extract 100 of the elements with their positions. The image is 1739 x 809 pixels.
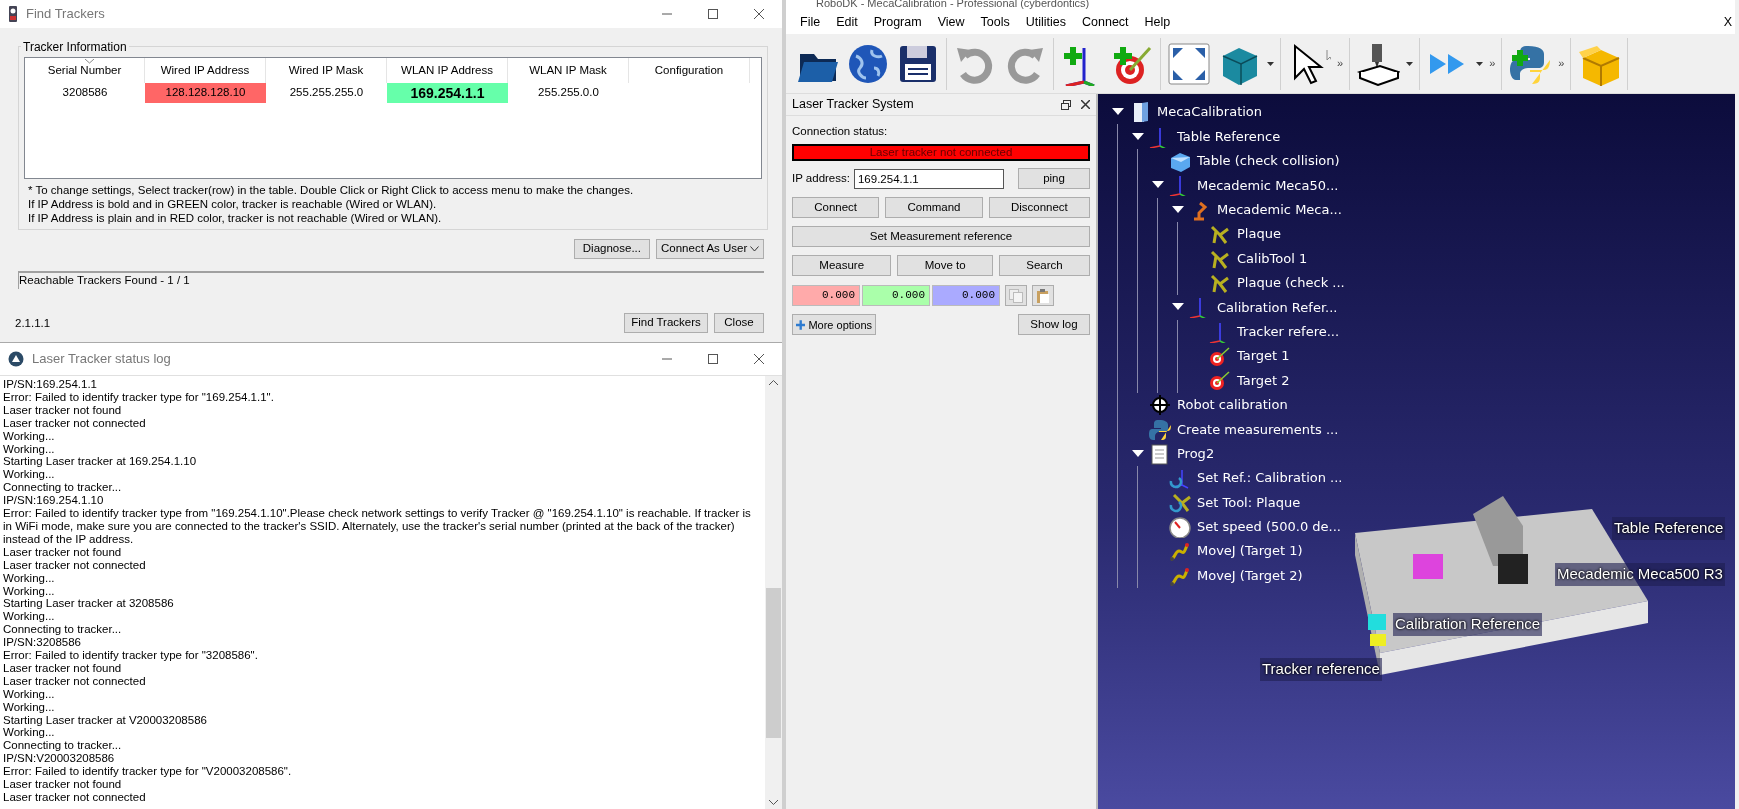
scrollbar-thumb[interactable] [766,588,781,738]
panel-button[interactable]: Command [885,197,983,219]
log-line: Laser tracker not found [3,778,123,791]
dialog-button[interactable]: Close [714,313,764,333]
float-icon[interactable] [1061,99,1071,110]
tree-item[interactable]: Tracker refere... [1237,321,1340,342]
column-header[interactable]: Serial Number [25,58,145,83]
table-cell-text: 255.255.0.0 [537,85,600,101]
overflow-button[interactable]: » [1337,55,1344,72]
window-title: RoboDK - MecaCalibration - Professional (cyberdontics) [786,0,1735,10]
clipboard-icon [1036,288,1050,303]
tree-item[interactable]: Mecademic Meca... [1217,200,1342,220]
log-line: Working... [3,468,56,482]
panel-title: Laser Tracker System [792,96,915,114]
tree-item[interactable]: Set speed (500.0 de... [1197,517,1341,537]
paste-button[interactable] [1032,285,1054,307]
log-line: Connecting to tracker... [3,481,123,495]
overflow-button[interactable]: » [1489,55,1496,72]
log-line: Laser tracker not found [3,545,123,559]
tree-item[interactable]: MoveJ (Target 1) [1197,541,1303,561]
caret-icon[interactable] [1476,61,1484,66]
scrollbar[interactable] [765,376,782,809]
menu-item[interactable]: File [792,12,829,32]
curve-icon [1168,540,1192,563]
scene-label: Mecademic Meca500 R3 [1555,563,1725,586]
log-line: Working... [3,610,56,624]
column-header[interactable]: Configuration [629,58,750,83]
tree-item[interactable]: Plaque [1237,224,1281,244]
tree-item[interactable]: MecaCalibration [1157,102,1263,122]
tree-item[interactable]: Mecademic Meca50... [1197,175,1339,196]
tree-item[interactable]: Calibration Refer... [1217,297,1338,318]
panel-button[interactable]: Disconnect [988,197,1090,219]
window-title: Find Trackers [26,5,106,24]
gripper-icon [1168,491,1192,514]
tree-item[interactable]: Table (check collision) [1197,151,1340,171]
show-log-button[interactable]: Show log [1018,314,1090,336]
table-cell: 128.128.128.10 [145,83,266,103]
log-line: Working... [3,429,56,443]
table-cell-text: 3208586 [61,85,109,101]
tree-item[interactable]: Set Ref.: Calibration ... [1197,468,1343,488]
tree-item[interactable]: Set Tool: Plaque [1197,492,1301,513]
menu-item[interactable]: Help [1136,12,1179,32]
panel-button[interactable]: Connect [792,197,880,219]
caret-icon[interactable] [1267,61,1274,66]
log-line: Laser tracker not connected [3,674,147,688]
python-icon [1148,418,1172,441]
scene-label: Calibration Reference [1393,613,1543,636]
fit-view-icon[interactable] [1167,41,1211,86]
close-icon[interactable] [1081,100,1090,109]
log-line: Laser tracker not connected [3,558,147,572]
more-options-button[interactable]: More options [792,314,876,336]
coordinate-field: 0.000 [792,285,860,307]
scene-label: Tracker reference [1260,658,1382,681]
tree-item[interactable]: CalibTool 1 [1237,248,1308,269]
ip-address-field[interactable]: 169.254.1.1 [853,168,1004,189]
close-icon [754,354,764,364]
ping-button[interactable]: ping [1018,168,1090,190]
close-icon [754,9,764,19]
column-header[interactable]: WLAN IP Mask [508,58,629,83]
connect-mode-dropdown[interactable]: Connect As User [656,239,764,259]
maximize-icon [708,354,718,364]
log-line: Starting Laser tracker at V20003208586 [3,713,208,727]
tree-item[interactable]: Plaque (check ... [1237,273,1345,293]
caret-icon[interactable] [1406,61,1414,66]
panel-button[interactable]: Measure [792,255,892,277]
coordinate-field: 0.000 [862,285,930,307]
panel-button[interactable]: Set Measurement reference [792,226,1090,248]
panel-button[interactable]: Search [998,255,1090,277]
log-line: Error: Failed to identify tracker type for "3208586". [3,649,259,662]
log-line: Laser tracker not found [3,403,123,417]
diagnose-button[interactable]: Diagnose... [573,239,650,259]
tree-item[interactable]: Create measurements ... [1177,419,1339,439]
menu-item[interactable]: Program [865,12,930,32]
panel-button[interactable]: Move to [897,255,993,277]
tree-item[interactable]: Target 1 [1237,346,1290,366]
menu-item[interactable]: View [929,12,973,32]
log-line: Laser tracker not connected [3,791,147,804]
menu-close-button[interactable]: X [1723,12,1732,32]
tree-item[interactable]: Target 2 [1237,370,1290,391]
menu-item[interactable]: Utilities [1017,12,1074,32]
column-header[interactable]: Wired IP Mask [266,58,387,83]
tool-icon[interactable] [1356,41,1401,86]
log-line: Starting Laser tracker at 3208586 [3,597,175,611]
overflow-button[interactable]: » [1558,55,1565,72]
log-line: IP/SN:V20003208586 [3,752,116,766]
tree-item[interactable]: Table Reference [1177,126,1281,147]
chevron-down-icon [750,246,759,252]
note-text: * To change settings, Select tracker(row) in the table. Double Click or Right Click to access menu to make the changes. [28,183,635,197]
dialog-button[interactable]: Find Trackers [624,313,708,333]
log-line: Working... [3,700,56,714]
menu-item[interactable]: Connect [1074,12,1137,32]
tree-item[interactable]: MoveJ (Target 2) [1197,565,1303,586]
tree-item[interactable]: Robot calibration [1177,395,1288,415]
log-line: Starting Laser tracker at 169.254.1.10 [3,455,198,469]
tree-item[interactable]: Prog2 [1177,443,1215,464]
log-line: Working... [3,571,56,585]
log-line: IP/SN:169.254.1.10 [3,494,105,508]
log-line: Working... [3,687,56,701]
menu-item[interactable]: Edit [828,12,866,32]
menu-item[interactable]: Tools [972,12,1018,32]
